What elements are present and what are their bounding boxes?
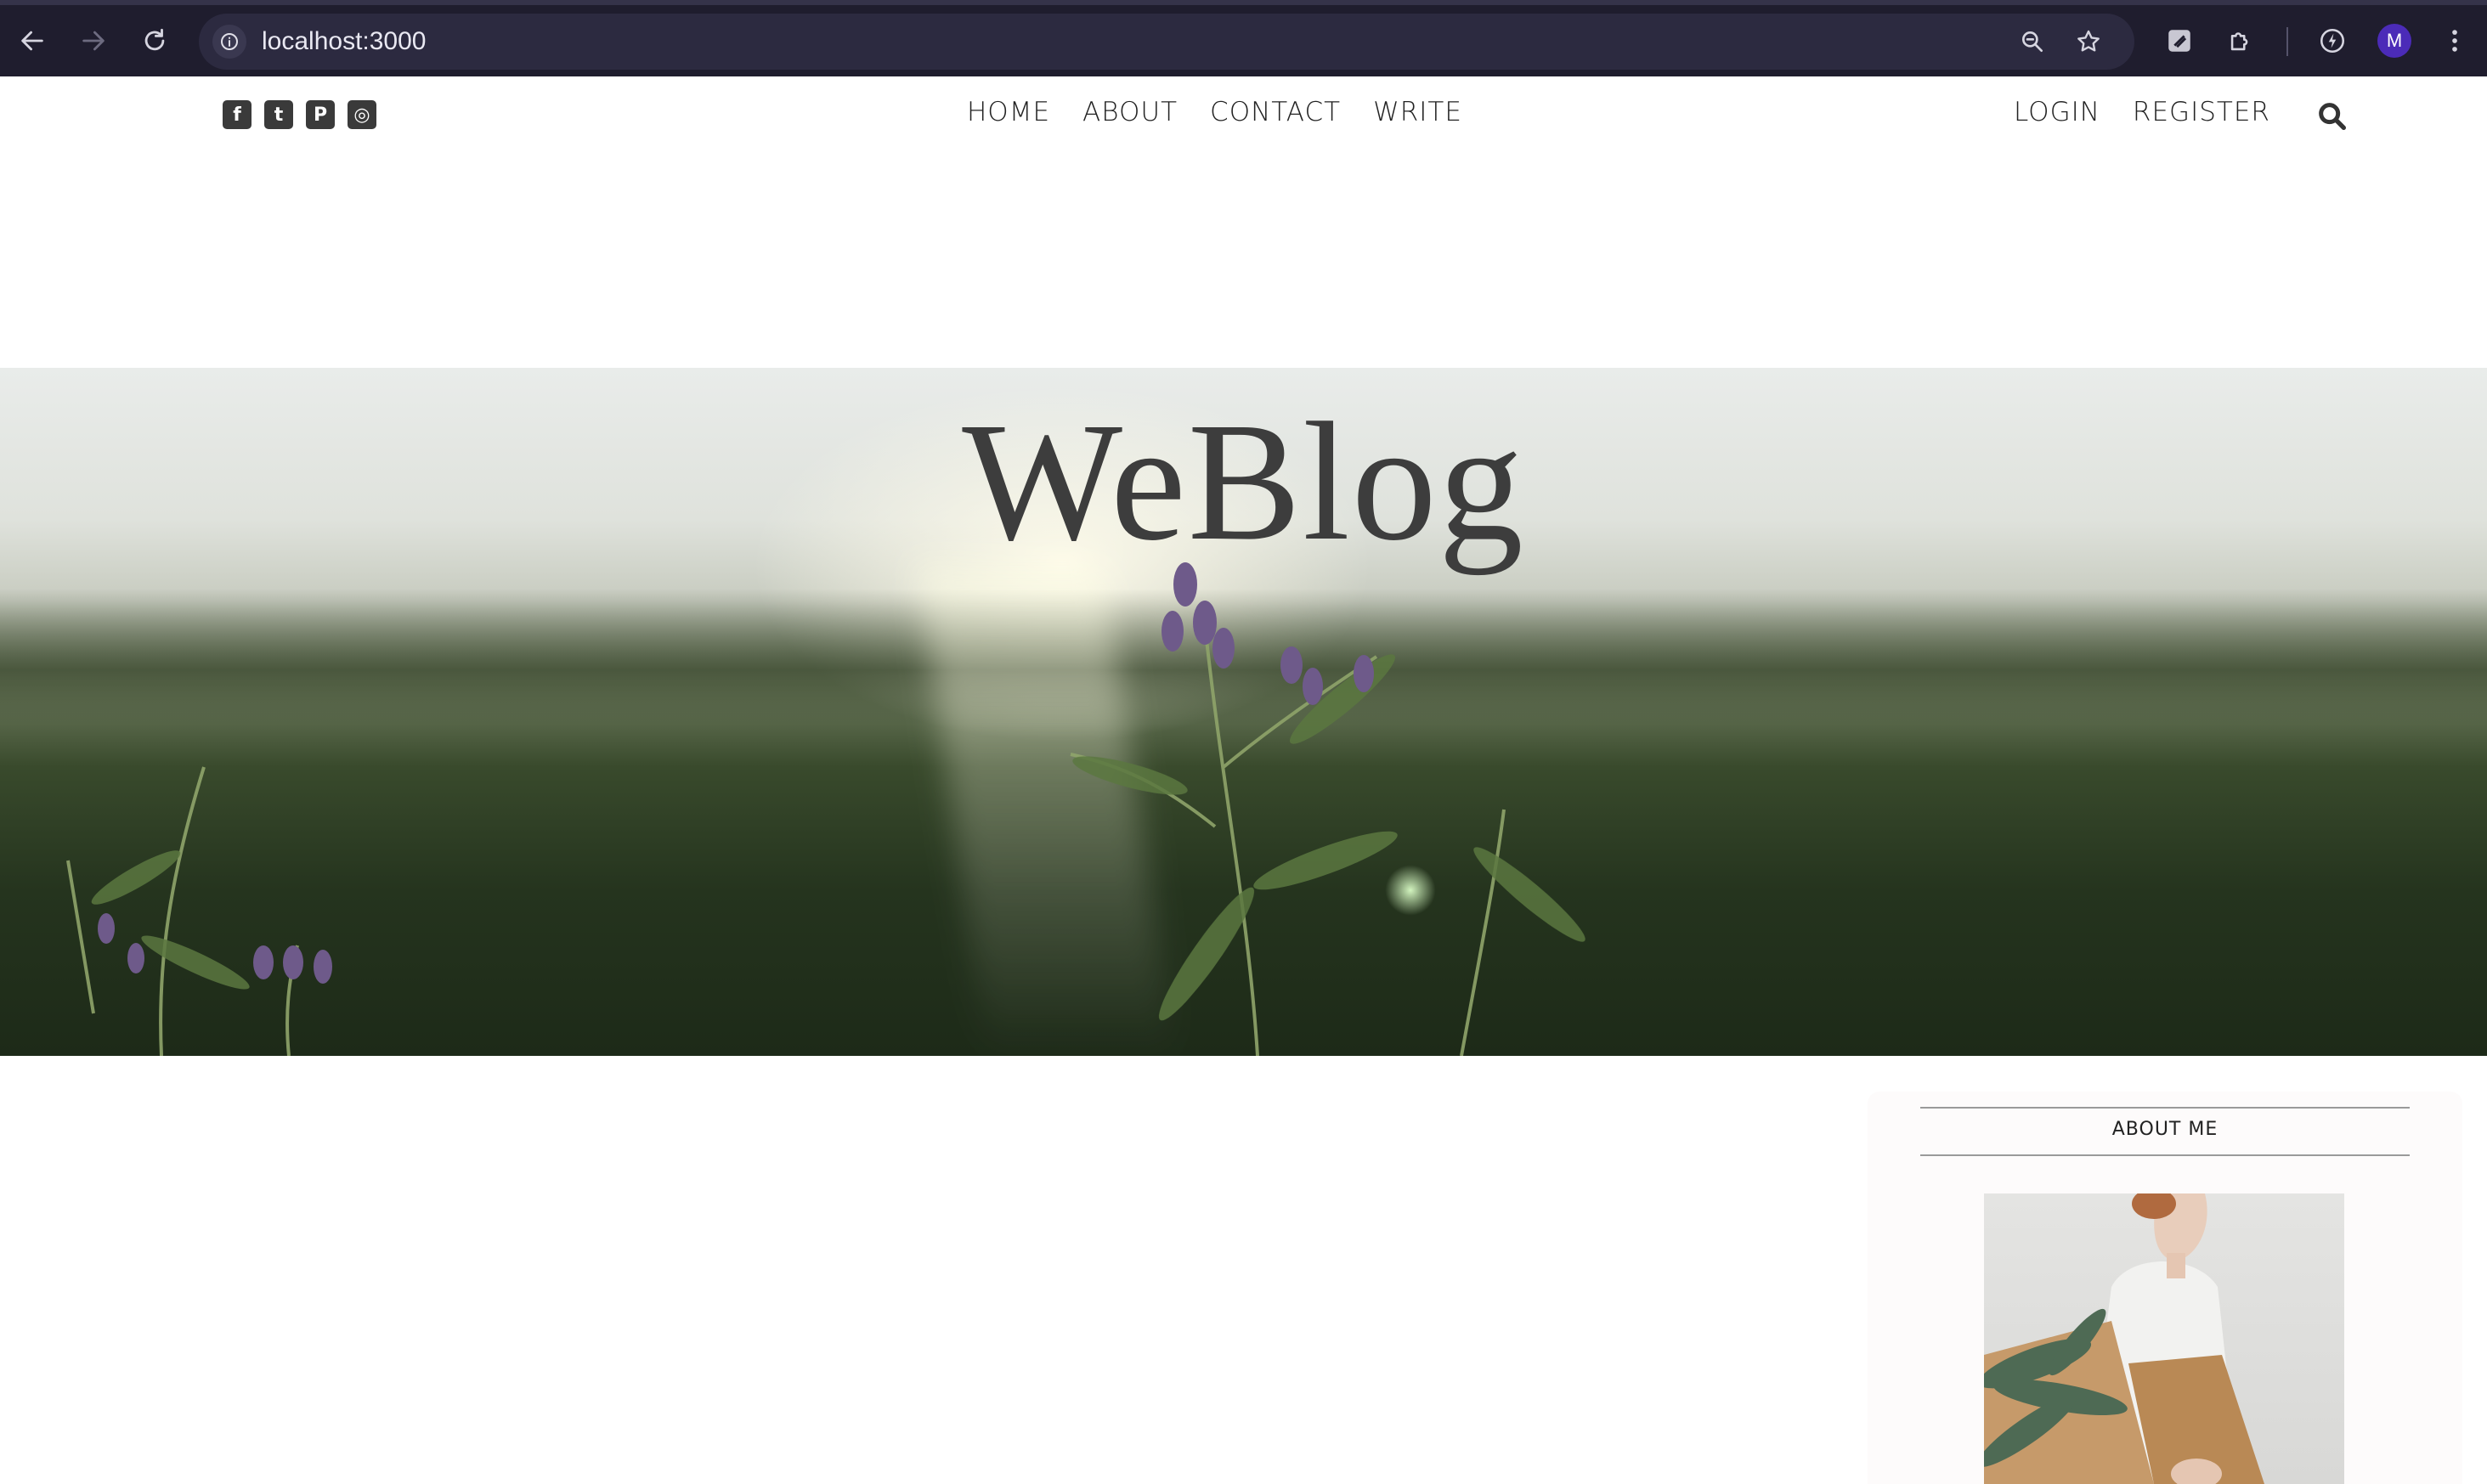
facebook-icon[interactable]: f [223, 100, 252, 129]
pinterest-icon[interactable]: P [306, 100, 335, 129]
site-info-button[interactable] [212, 25, 246, 59]
extensions-menu-button[interactable] [2221, 21, 2260, 60]
info-icon [221, 33, 238, 50]
sidebar-title: ABOUT ME [2111, 1119, 2219, 1140]
arrow-right-icon [82, 31, 105, 51]
url-text: localhost:3000 [262, 27, 427, 55]
browser-toolbar: localhost:3000 M [0, 0, 2487, 76]
browser-menu-button[interactable] [2435, 21, 2474, 60]
arrow-left-icon [21, 31, 43, 51]
reload-icon [144, 28, 165, 51]
site-title: WeBlog [962, 388, 1525, 576]
address-bar[interactable]: localhost:3000 [199, 14, 2134, 70]
auth-nav: LOGIN REGISTER [2014, 97, 2303, 127]
forward-button[interactable] [70, 17, 117, 65]
back-button[interactable] [8, 17, 56, 65]
zoom-button[interactable] [2015, 25, 2049, 59]
reload-button[interactable] [131, 17, 178, 65]
bookmark-button[interactable] [2072, 25, 2105, 59]
instagram-icon[interactable]: ◎ [348, 100, 376, 129]
extension-button[interactable] [2160, 21, 2199, 60]
sidebar-divider [1920, 1107, 2410, 1109]
social-links: f t P ◎ [223, 100, 376, 129]
hero-banner: WeBlog [0, 368, 2487, 1056]
nav-about-link[interactable]: ABOUT [1082, 97, 1178, 127]
kebab-menu-icon [2452, 30, 2457, 52]
zoom-icon [2022, 31, 2043, 52]
profile-avatar[interactable]: M [2377, 24, 2411, 58]
puzzle-icon [2230, 32, 2248, 51]
nav-write-link[interactable]: WRITE [1373, 97, 1462, 127]
register-link[interactable]: REGISTER [2133, 97, 2270, 127]
about-me-sidebar: ABOUT ME [1868, 1092, 2462, 1484]
lightning-icon [2320, 28, 2345, 54]
site-top-bar: f t P ◎ HOME ABOUT CONTACT WRITE LOGIN R… [0, 76, 2487, 153]
toolbar-divider [2286, 27, 2288, 56]
extension-icon [2168, 30, 2190, 52]
search-button[interactable] [2315, 99, 2349, 133]
search-icon [2319, 103, 2346, 130]
login-link[interactable]: LOGIN [2014, 97, 2100, 127]
twitter-icon[interactable]: t [264, 100, 293, 129]
main-nav: HOME ABOUT CONTACT WRITE [967, 97, 1495, 127]
nav-home-link[interactable]: HOME [967, 97, 1050, 127]
nav-contact-link[interactable]: CONTACT [1210, 97, 1341, 127]
about-me-photo [1984, 1193, 2344, 1484]
sidebar-divider [1920, 1154, 2410, 1156]
performance-button[interactable] [2313, 21, 2352, 60]
star-icon [2077, 30, 2100, 52]
